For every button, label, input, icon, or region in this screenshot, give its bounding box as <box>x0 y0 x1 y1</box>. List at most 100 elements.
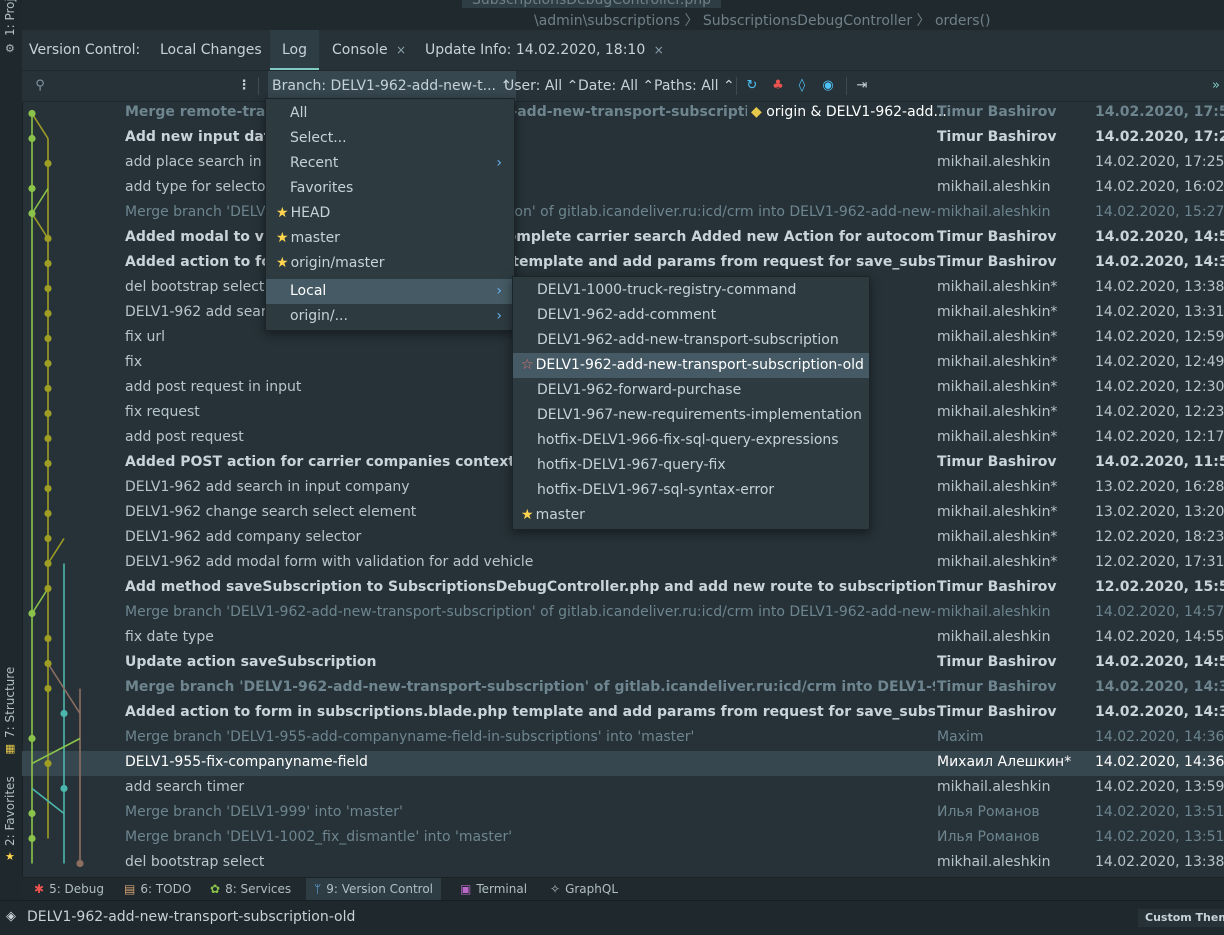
branch-menu-item[interactable]: Favorites <box>266 176 514 201</box>
close-icon[interactable]: × <box>654 43 664 57</box>
local-branch-item[interactable]: DELV1-962-add-new-transport-subscription <box>513 328 869 353</box>
commit-author: Timur Bashirov <box>937 654 1057 670</box>
graphql-tool-tab[interactable]: ✧ GraphQL <box>544 878 624 900</box>
commit-graph <box>28 109 84 868</box>
cherry-pick-icon[interactable]: ♣ <box>770 78 786 94</box>
table-row[interactable]: Add new input data Timur Bashirov 14.02.20… <box>22 126 1224 151</box>
branch-menu-item[interactable]: origin/... › <box>266 304 514 329</box>
commit-node <box>44 459 52 468</box>
table-row[interactable]: DELV1-955-fix-companyname-field Михаил Ал… <box>22 751 1224 776</box>
commit-date: 13.02.2020, 16:28 <box>1095 479 1224 495</box>
table-row[interactable]: del bootstrap select mikhail.aleshkin 14.0… <box>22 851 1224 876</box>
table-row[interactable]: fix date type mikhail.aleshkin 14.02.2020,… <box>22 626 1224 651</box>
commit-message: DELV1-962 add company selector <box>125 529 362 545</box>
favorite-star-icon[interactable]: ☆ <box>521 357 534 373</box>
commit-date: 12.02.2020, 17:31 <box>1095 554 1224 570</box>
branch-menu-item[interactable]: ★ origin/master <box>266 251 514 276</box>
refresh-icon[interactable]: ↻ <box>744 78 760 94</box>
local-branch-item[interactable]: DELV1-962-add-comment <box>513 303 869 328</box>
local-branch-item[interactable]: DELV1-1000-truck-registry-command <box>513 278 869 303</box>
favorites-tool-tab[interactable]: ★ 2: Favorites <box>0 770 22 870</box>
local-branch-item[interactable]: ☆ DELV1-962-add-new-transport-subscriptio… <box>513 353 869 378</box>
table-row[interactable]: Merge remote-tracking branch 'origin/DEL… <box>22 101 1224 126</box>
commit-node <box>44 259 52 268</box>
graphql-icon: ✧ <box>550 882 561 896</box>
table-row[interactable]: Merge branch 'DELV1-1002_fix_dismantle' … <box>22 826 1224 851</box>
terminal-tool-tab[interactable]: ▣ Terminal <box>454 878 533 900</box>
commit-author: Timur Bashirov <box>937 454 1057 470</box>
commit-date: 14.02.2020, 12:59 <box>1095 329 1224 345</box>
version-control-tool-tab[interactable]: ᛘ 9: Version Control <box>306 878 442 900</box>
commit-author: mikhail.aleshkin* <box>937 429 1058 445</box>
commit-node <box>28 809 36 818</box>
tab-label: GraphQL <box>565 882 619 896</box>
table-row[interactable]: add type for selector mikhail.aleshkin 14.… <box>22 176 1224 201</box>
commit-date: 14.02.2020, 11:59 <box>1095 454 1224 470</box>
local-branch-item[interactable]: DELV1-967-new-requirements-implementatio… <box>513 403 869 428</box>
date-filter[interactable]: Date: All ⌃ <box>578 71 654 101</box>
tab-update-info[interactable]: Update Info: 14.02.2020, 18:10 × <box>417 30 672 70</box>
table-row[interactable]: add search timer mikhail.aleshkin 14.02.20… <box>22 776 1224 801</box>
branch-menu-item[interactable]: All <box>266 101 514 126</box>
debug-tool-tab[interactable]: ✱ 5: Debug <box>28 878 110 900</box>
tool-window-title: Version Control: <box>29 42 141 58</box>
table-row[interactable]: add place search in modal mikhail.aleshki… <box>22 151 1224 176</box>
close-icon[interactable]: × <box>396 43 406 57</box>
tab-log[interactable]: Log <box>270 30 320 70</box>
local-branches-submenu: DELV1-1000-truck-registry-command DELV1-9… <box>512 276 870 530</box>
local-branch-item[interactable]: hotfix-DELV1-967-sql-syntax-error <box>513 478 869 503</box>
theme-indicator[interactable]: Custom Theme <box>1138 909 1224 927</box>
local-branch-item[interactable]: DELV1-962-forward-purchase <box>513 378 869 403</box>
commit-author: mikhail.aleshkin* <box>937 304 1058 320</box>
user-filter[interactable]: User: All ⌃ <box>504 71 578 101</box>
table-row[interactable]: Merge branch 'DELV1-955-add-companyname-… <box>22 726 1224 751</box>
table-row[interactable]: Added modal to view carrier companies Ad… <box>22 226 1224 251</box>
log-search-input[interactable] <box>52 75 236 97</box>
table-row[interactable]: Merge branch 'DELV1-999' into 'master' Ил… <box>22 801 1224 826</box>
table-row[interactable]: Add method saveSubscription to Subscript… <box>22 576 1224 601</box>
table-row[interactable]: Added action to form in subscriptions.bl… <box>22 701 1224 726</box>
branch-menu-item[interactable]: Recent › <box>266 151 514 176</box>
structure-tool-tab[interactable]: ▦ 7: Structure <box>0 660 22 760</box>
commit-date: 14.02.2020, 14:36 <box>1095 729 1224 745</box>
branch-menu-item[interactable]: ★ master <box>266 226 514 251</box>
branch-menu-item[interactable]: Local › <box>266 279 514 304</box>
tab-local-changes[interactable]: Local Changes <box>150 30 272 70</box>
tab-console[interactable]: Console × <box>324 30 414 70</box>
commit-message: DELV1-962 add modal form with validation… <box>125 554 534 570</box>
branch-filter[interactable]: Branch: DELV1-962-add-new-t... ⌃ <box>268 71 517 101</box>
project-tool-tab[interactable]: ⚙ 1: Project <box>0 0 22 60</box>
branch-menu-item[interactable]: ★ HEAD <box>266 201 514 226</box>
local-branch-item[interactable]: hotfix-DELV1-966-fix-sql-query-expressio… <box>513 428 869 453</box>
editor-strip: SubscriptionsDebugController.php \admin\… <box>22 0 1224 30</box>
branch-menu-item[interactable]: Select... <box>266 126 514 151</box>
editor-file-tab[interactable]: SubscriptionsDebugController.php <box>462 0 721 8</box>
commit-author: mikhail.aleshkin* <box>937 379 1058 395</box>
table-row[interactable]: Merge branch 'DELV1-962-add-new-transpor… <box>22 676 1224 701</box>
go-to-hash-icon[interactable]: ◊ <box>794 78 810 94</box>
commit-message: DELV1-955-fix-companyname-field <box>125 754 368 770</box>
table-row[interactable]: Added action to form in subscriptions.bl… <box>22 251 1224 276</box>
commit-node <box>44 334 52 343</box>
table-row[interactable]: Merge branch 'DELV1-962-add-new-transpor… <box>22 601 1224 626</box>
commit-node <box>76 859 84 868</box>
export-icon[interactable]: ⇥ <box>854 78 870 94</box>
todo-tool-tab[interactable]: ▤ 6: TODO <box>118 878 197 900</box>
table-row[interactable]: DELV1-962 add modal form with validation… <box>22 551 1224 576</box>
commit-node <box>44 159 52 168</box>
more-icon[interactable]: » <box>1208 78 1224 94</box>
status-branch[interactable]: DELV1-962-add-new-transport-subscription… <box>27 909 355 925</box>
paths-filter[interactable]: Paths: All ⌃ <box>654 71 735 101</box>
favorite-star-icon[interactable]: ★ <box>521 507 534 523</box>
local-branch-item[interactable]: ★ master <box>513 503 869 528</box>
commit-date: 14.02.2020, 12:17 <box>1095 429 1224 445</box>
graph-edge <box>31 737 81 765</box>
table-row[interactable]: Update action saveSubscription Timur Bash… <box>22 651 1224 676</box>
eye-icon[interactable]: ◉ <box>820 78 836 94</box>
commit-author: mikhail.aleshkin* <box>937 354 1058 370</box>
services-tool-tab[interactable]: ✿ 8: Services <box>204 878 297 900</box>
commit-author: mikhail.aleshkin* <box>937 329 1058 345</box>
options-menu-icon[interactable]: ⋮ <box>236 78 252 94</box>
table-row[interactable]: Merge branch 'DELV1-962-add-new-transpor… <box>22 201 1224 226</box>
local-branch-item[interactable]: hotfix-DELV1-967-query-fix <box>513 453 869 478</box>
